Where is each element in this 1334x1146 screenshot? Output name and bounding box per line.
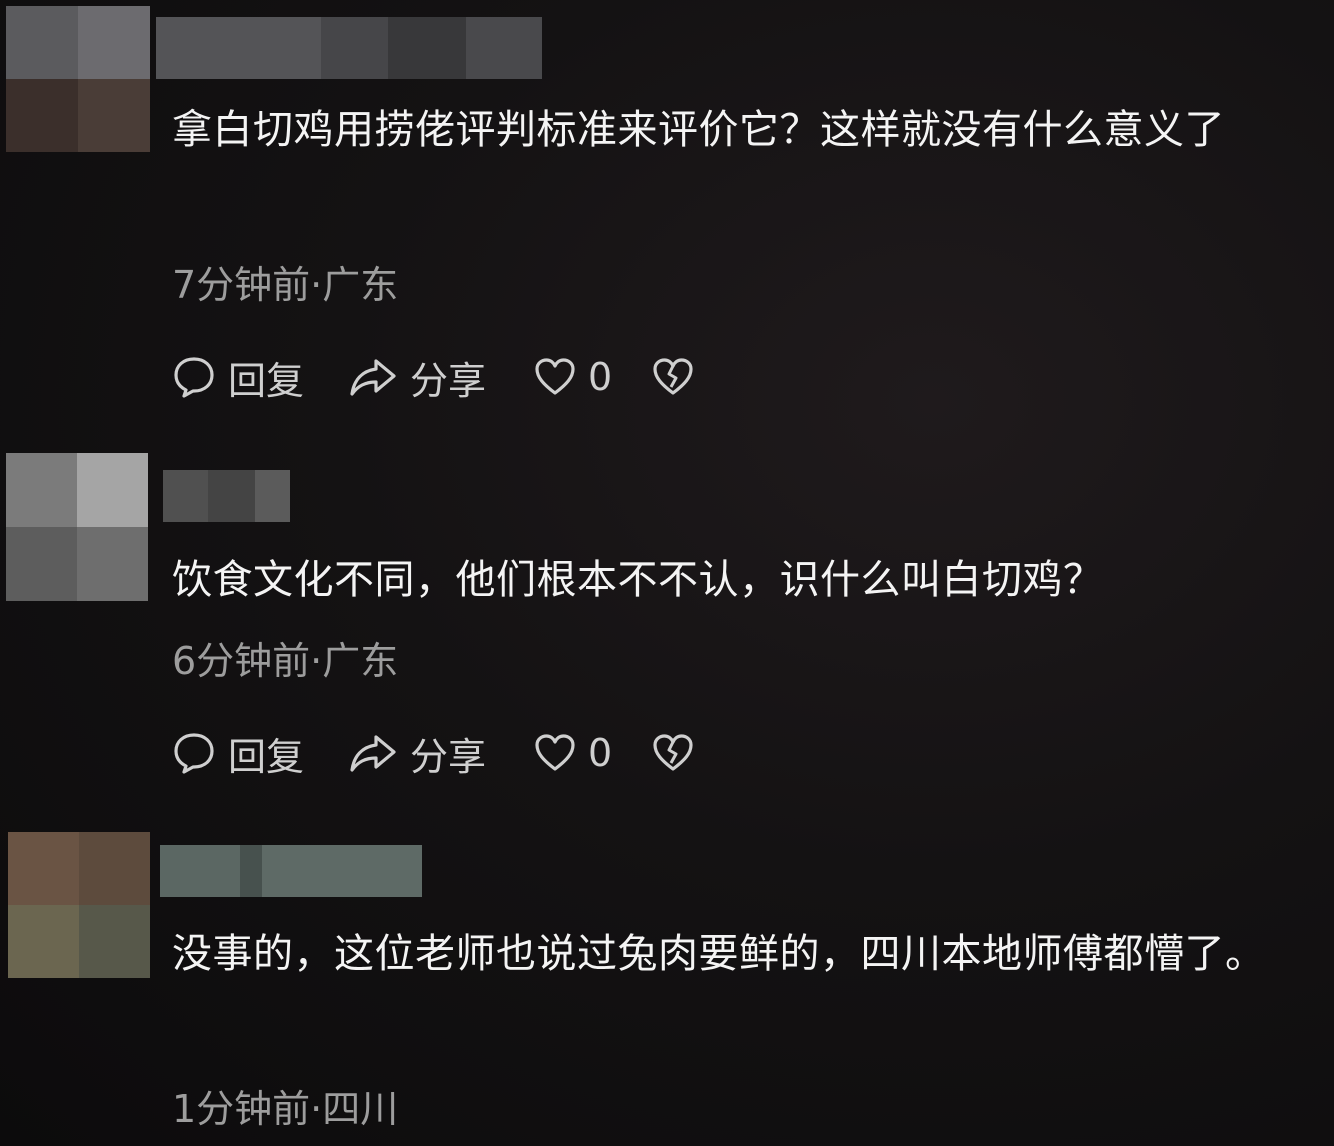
share-button[interactable]: 分享: [348, 350, 534, 405]
speech-bubble-icon: [174, 357, 214, 398]
reply-label: 回复: [228, 358, 305, 403]
reply-label: 回复: [228, 734, 305, 779]
heart-icon: [535, 358, 575, 395]
comment-text: 饮食文化不同，他们根本不不认，识什么叫白切鸡？: [172, 557, 1104, 603]
share-arrow-icon: [350, 359, 396, 396]
username-blurred[interactable]: [156, 17, 542, 79]
comment-text: 拿白切鸡用捞佬评判标准来评价它？这样就没有什么意义了: [172, 107, 1225, 153]
username-blurred[interactable]: [163, 470, 290, 522]
share-button[interactable]: 分享: [348, 726, 534, 781]
avatar[interactable]: [6, 453, 148, 601]
broken-heart-icon: [653, 358, 693, 395]
like-count: 0: [588, 355, 613, 399]
like-button[interactable]: 0: [534, 355, 652, 399]
avatar[interactable]: [8, 832, 150, 978]
like-button[interactable]: 0: [534, 731, 652, 775]
share-label: 分享: [410, 734, 487, 779]
comment-meta: 6分钟前·广东: [172, 639, 399, 683]
heart-icon: [535, 734, 575, 771]
speech-bubble-icon: [174, 733, 214, 774]
comment-actions: 回复 分享 0: [172, 350, 694, 405]
comment-actions: 回复 分享 0: [172, 726, 694, 781]
share-label: 分享: [410, 358, 487, 403]
broken-heart-icon: [653, 734, 693, 771]
avatar[interactable]: [6, 6, 150, 152]
dislike-button[interactable]: [652, 357, 694, 397]
username-blurred[interactable]: [160, 845, 422, 897]
reply-button[interactable]: 回复: [172, 350, 348, 405]
comment-meta: 1分钟前·四川: [172, 1087, 399, 1131]
share-arrow-icon: [350, 735, 396, 772]
dislike-button[interactable]: [652, 733, 694, 773]
comment-text: 没事的，这位老师也说过兔肉要鲜的，四川本地师傅都懵了。: [172, 931, 1266, 977]
comment-meta: 7分钟前·广东: [172, 263, 399, 307]
reply-button[interactable]: 回复: [172, 726, 348, 781]
like-count: 0: [588, 731, 613, 775]
